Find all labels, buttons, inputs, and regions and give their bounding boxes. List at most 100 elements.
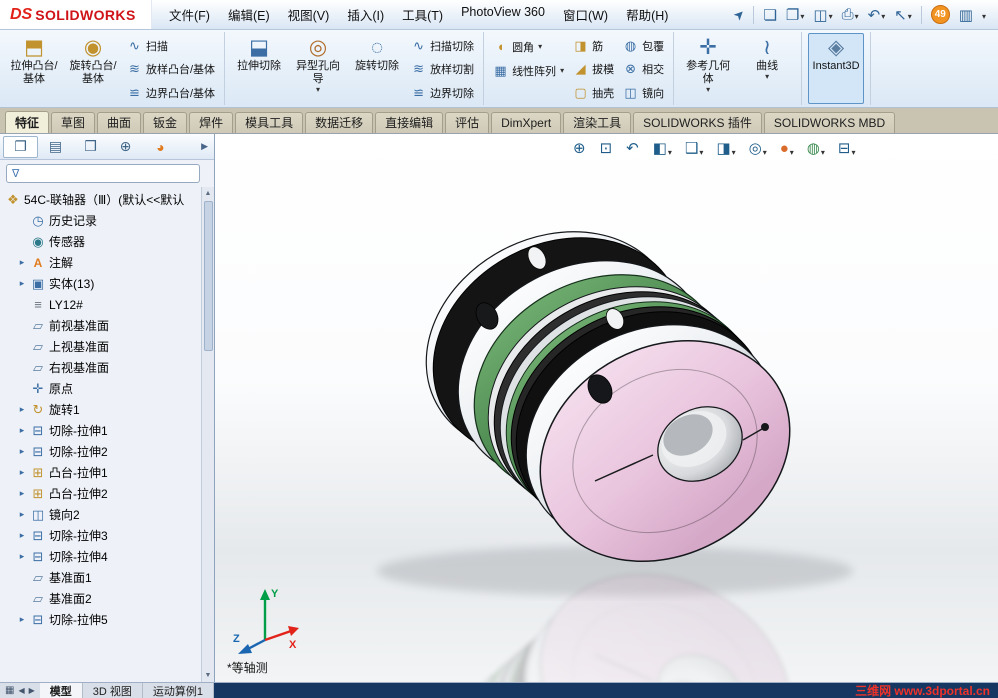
tab-features[interactable]: 特征 <box>5 111 50 133</box>
tree-filter-input[interactable] <box>24 167 194 179</box>
tab-direct-editing[interactable]: 直接编辑 <box>375 112 444 133</box>
tree-item-annotations[interactable]: ▸ A 注解 <box>3 252 200 273</box>
tree-item-plane2[interactable]: ▱ 基准面2 <box>3 588 200 609</box>
intersect-button[interactable]: ⊗ 相交 <box>620 58 667 80</box>
mirror-button[interactable]: ◫ 镜向 <box>620 82 667 104</box>
loft-boss-button[interactable]: ≋ 放样凸台/基体 <box>124 58 218 80</box>
tree-item-history[interactable]: ◷ 历史记录 <box>3 210 200 231</box>
menu-edit[interactable]: 编辑(E) <box>219 0 279 29</box>
shell-button[interactable]: ▢ 抽壳 <box>570 82 617 104</box>
tree-scrollbar[interactable]: ▲ ▼ <box>201 187 214 682</box>
zoom-fit-button[interactable]: ⊕ <box>571 140 589 158</box>
feature-manager-tab[interactable]: ❐ <box>3 135 38 158</box>
extrude-cut-button[interactable]: ⬓ 拉伸切除 <box>231 33 287 104</box>
tab-motion-study1[interactable]: 运动算例1 <box>143 683 215 698</box>
task-pane-button[interactable]: ▥ <box>959 6 973 24</box>
hide-show-items-button[interactable]: ◎ ▾ <box>747 140 769 158</box>
curves-button[interactable]: ≀ 曲线 ▾ <box>739 33 795 104</box>
expand-arrow[interactable]: ▸ <box>17 257 27 268</box>
previous-view-button[interactable]: ↶ <box>624 140 642 158</box>
wrap-button[interactable]: ◍ 包覆 <box>620 35 667 57</box>
menu-help[interactable]: 帮助(H) <box>617 0 677 29</box>
menu-tools[interactable]: 工具(T) <box>393 0 452 29</box>
tree-item-origin[interactable]: ✛ 原点 <box>3 378 200 399</box>
revolve-boss-button[interactable]: ◉ 旋转凸台/基体 <box>65 33 121 104</box>
configuration-manager-tab[interactable]: ❒ <box>73 136 108 158</box>
zoom-area-button[interactable]: ⊡ <box>598 140 616 158</box>
tree-item-cut-extrude2[interactable]: ▸ ⊟ 切除-拉伸2 <box>3 441 200 462</box>
display-style-button[interactable]: ◨ ▾ <box>714 140 737 158</box>
property-manager-tab[interactable]: ▤ <box>38 136 73 158</box>
expand-arrow[interactable]: ▸ <box>17 551 27 562</box>
tab-3d-views[interactable]: 3D 视图 <box>83 683 143 698</box>
select-button[interactable]: ↖ ▾ <box>894 6 912 24</box>
tab-model[interactable]: 模型 <box>39 683 83 698</box>
expand-arrow[interactable]: ▸ <box>17 404 27 415</box>
sweep-cut-button[interactable]: ∿ 扫描切除 <box>408 35 477 57</box>
tab-sketch[interactable]: 草图 <box>51 112 96 133</box>
menu-photoview360[interactable]: PhotoView 360 <box>452 0 554 29</box>
tree-item-cut-extrude5[interactable]: ▸ ⊟ 切除-拉伸5 <box>3 609 200 630</box>
apply-scene-button[interactable]: ◍ ▾ <box>805 140 827 158</box>
tab-solidworks-mbd[interactable]: SOLIDWORKS MBD <box>763 112 896 133</box>
tree-filter-box[interactable]: ∇ <box>6 163 200 183</box>
undo-button[interactable]: ↶ ▾ <box>868 6 886 24</box>
notification-badge[interactable]: 49 <box>930 5 950 24</box>
rib-button[interactable]: ◨ 筋 <box>570 35 617 57</box>
menu-insert[interactable]: 插入(I) <box>338 0 393 29</box>
save-button[interactable]: ◫ ▾ <box>813 6 832 24</box>
edit-appearance-button[interactable]: ● ▾ <box>778 140 796 158</box>
print-button[interactable]: ⎙ ▾ <box>842 6 859 23</box>
tree-item-plane1[interactable]: ▱ 基准面1 <box>3 567 200 588</box>
coupling-model-render[interactable] <box>215 134 998 682</box>
toolbar-collapse-button[interactable]: ▾ <box>982 9 986 21</box>
dimxpert-manager-tab[interactable]: ⊕ <box>108 136 143 158</box>
tab-surfaces[interactable]: 曲面 <box>97 112 142 133</box>
open-button[interactable]: ❐ ▾ <box>786 6 804 24</box>
linear-pattern-button[interactable]: ▦ 线性阵列 ▾ <box>490 59 567 82</box>
tree-item-sensors[interactable]: ◉ 传感器 <box>3 231 200 252</box>
tree-item-solid-bodies[interactable]: ▸ ▣ 实体(13) <box>3 273 200 294</box>
hole-wizard-button[interactable]: ◎ 异型孔向导 ▾ <box>290 33 346 104</box>
tree-item-front-plane[interactable]: ▱ 前视基准面 <box>3 315 200 336</box>
tree-root-part[interactable]: ❖ 54C-联轴器（Ⅲ）(默认<<默认 <box>3 189 200 210</box>
tab-mold-tools[interactable]: 模具工具 <box>235 112 304 133</box>
pin-icon[interactable]: ➤ <box>729 5 748 24</box>
reference-geometry-button[interactable]: ✛ 参考几何体 ▾ <box>680 33 736 104</box>
expand-arrow[interactable]: ▸ <box>17 278 27 289</box>
panel-flyout-arrow[interactable]: ▶ <box>201 141 211 152</box>
new-document-button[interactable]: ❏ <box>763 6 776 24</box>
expand-arrow[interactable]: ▸ <box>17 614 27 625</box>
scroll-down-arrow[interactable]: ▼ <box>205 669 212 682</box>
section-view-button[interactable]: ◧ ▾ <box>651 140 674 158</box>
tree-item-cut-extrude3[interactable]: ▸ ⊟ 切除-拉伸3 <box>3 525 200 546</box>
tree-item-cut-extrude1[interactable]: ▸ ⊟ 切除-拉伸1 <box>3 420 200 441</box>
instant3d-toggle[interactable]: ◈ Instant3D <box>808 33 865 104</box>
view-settings-button[interactable]: ⊟ ▾ <box>836 140 858 158</box>
tree-item-boss-extrude1[interactable]: ▸ ⊞ 凸台-拉伸1 <box>3 462 200 483</box>
fillet-button[interactable]: ◖ 圆角 ▾ <box>490 35 567 58</box>
next-tab-arrow[interactable]: ▶ <box>29 686 35 695</box>
scroll-up-arrow[interactable]: ▲ <box>205 187 212 200</box>
tab-weldments[interactable]: 焊件 <box>189 112 234 133</box>
draft-button[interactable]: ◢ 拔模 <box>570 58 617 80</box>
tab-dimxpert[interactable]: DimXpert <box>491 112 562 133</box>
sweep-boss-button[interactable]: ∿ 扫描 <box>124 35 218 57</box>
tab-render-tools[interactable]: 渲染工具 <box>563 112 632 133</box>
extrude-boss-button[interactable]: ⬒ 拉伸凸台/基体 <box>6 33 62 104</box>
display-manager-tab[interactable]: ◕ <box>143 136 178 158</box>
expand-arrow[interactable]: ▸ <box>17 467 27 478</box>
expand-arrow[interactable]: ▸ <box>17 530 27 541</box>
prev-tab-arrow[interactable]: ◀ <box>18 686 24 695</box>
expand-arrow[interactable]: ▸ <box>17 488 27 499</box>
tab-solidworks-addins[interactable]: SOLIDWORKS 插件 <box>633 112 762 133</box>
viewport-3d[interactable]: ⊕ ⊡ ↶ ◧ ▾ ❑ ▾ ◨ ▾ ◎ ▾ ● ▾ ◍ ▾ ⊟ ▾ Y X Z *等轴测 <box>215 134 998 682</box>
revolve-cut-button[interactable]: ◌ 旋转切除 <box>349 33 405 104</box>
tab-list-icon[interactable]: ▦ <box>5 685 14 696</box>
tab-evaluate[interactable]: 评估 <box>445 112 490 133</box>
expand-arrow[interactable]: ▸ <box>17 509 27 520</box>
expand-arrow[interactable]: ▸ <box>17 446 27 457</box>
expand-arrow[interactable]: ▸ <box>17 425 27 436</box>
tree-item-material[interactable]: ≡ LY12# <box>3 294 200 315</box>
tree-item-boss-extrude2[interactable]: ▸ ⊞ 凸台-拉伸2 <box>3 483 200 504</box>
